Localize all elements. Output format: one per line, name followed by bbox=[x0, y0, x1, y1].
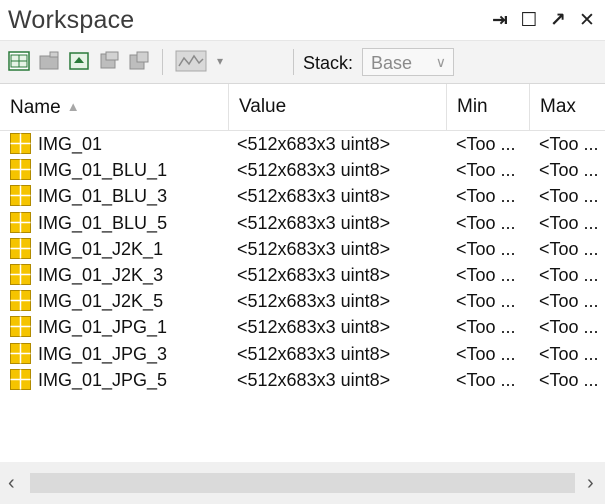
table-row[interactable]: IMG_01_BLU_3 <512x683x3 uint8> <Too ... <To… bbox=[0, 183, 605, 209]
table-row[interactable]: IMG_01_J2K_5 <512x683x3 uint8> <Too ... <To… bbox=[0, 288, 605, 314]
variable-name: IMG_01 bbox=[38, 134, 103, 154]
matrix-icon bbox=[10, 133, 31, 154]
variable-min: <Too ... bbox=[456, 238, 516, 259]
matrix-icon bbox=[10, 316, 31, 338]
matrix-icon bbox=[10, 263, 31, 285]
load-data-button[interactable] bbox=[66, 49, 92, 73]
stack-select[interactable]: Base ∨ bbox=[362, 48, 454, 76]
variable-min: <Too ... bbox=[456, 369, 516, 390]
table-row[interactable]: IMG_01_BLU_5 <512x683x3 uint8> <Too ... <To… bbox=[0, 210, 605, 236]
variable-max: <Too ... bbox=[539, 291, 599, 312]
variable-max: <Too ... bbox=[539, 238, 599, 259]
variable-name: IMG_01_J2K_5 bbox=[38, 291, 164, 312]
plot-icon bbox=[175, 50, 207, 72]
scroll-thumb[interactable] bbox=[30, 473, 575, 493]
column-header-name[interactable]: Name ▲ bbox=[0, 84, 229, 130]
matrix-icon bbox=[10, 185, 31, 207]
matrix-icon bbox=[10, 290, 31, 312]
stack-select-value: Base bbox=[371, 53, 413, 73]
variable-name: IMG_01_BLU_1 bbox=[38, 160, 168, 181]
variable-min: <Too ... bbox=[456, 264, 516, 285]
variable-list: IMG_01 <512x683x3 uint8> <Too ... <Too ... I… bbox=[0, 131, 605, 393]
new-variable-icon bbox=[8, 51, 30, 71]
variable-min: <Too ... bbox=[456, 134, 516, 154]
stack-label: Stack: bbox=[303, 53, 354, 73]
column-header-value[interactable]: Value bbox=[229, 84, 447, 130]
variable-name: IMG_01_JPG_3 bbox=[38, 343, 168, 364]
undock-icon[interactable]: ↗ bbox=[546, 8, 570, 32]
open-variable-icon bbox=[39, 51, 59, 70]
variable-name: IMG_01_BLU_5 bbox=[38, 212, 168, 233]
variable-max: <Too ... bbox=[539, 264, 599, 285]
column-header-max[interactable]: Max bbox=[530, 84, 605, 130]
table-row[interactable]: IMG_01_JPG_3 <512x683x3 uint8> <Too ... <To… bbox=[0, 341, 605, 367]
variable-min: <Too ... bbox=[456, 160, 516, 181]
delete-variable-icon bbox=[129, 51, 149, 70]
sort-ascending-icon: ▲ bbox=[66, 99, 80, 114]
table-row[interactable]: IMG_01_JPG_1 <512x683x3 uint8> <Too ... <To… bbox=[0, 314, 605, 340]
variable-value: <512x683x3 uint8> bbox=[237, 238, 391, 259]
scroll-left-icon[interactable]: ‹ bbox=[8, 472, 15, 495]
matrix-icon bbox=[10, 159, 31, 181]
variable-max: <Too ... bbox=[539, 134, 599, 154]
matrix-icon bbox=[10, 342, 31, 364]
variable-max: <Too ... bbox=[539, 212, 599, 233]
horizontal-scrollbar[interactable]: ‹ › bbox=[0, 462, 605, 504]
open-variable-button[interactable] bbox=[36, 49, 62, 73]
load-data-icon bbox=[69, 52, 89, 70]
variable-name: IMG_01_JPG_5 bbox=[38, 369, 168, 390]
close-icon[interactable]: ✕ bbox=[575, 8, 599, 32]
variable-name: IMG_01_J2K_1 bbox=[38, 238, 164, 259]
delete-variable-button[interactable] bbox=[126, 49, 152, 73]
column-header-min[interactable]: Min bbox=[447, 84, 530, 130]
new-variable-button[interactable] bbox=[6, 49, 32, 73]
variable-min: <Too ... bbox=[456, 186, 516, 207]
toolbar-divider bbox=[293, 49, 294, 75]
variable-max: <Too ... bbox=[539, 186, 599, 207]
matrix-icon bbox=[10, 237, 31, 259]
matrix-icon bbox=[10, 211, 31, 233]
panel-title: Workspace bbox=[8, 6, 135, 34]
variable-min: <Too ... bbox=[456, 291, 516, 312]
variable-name: IMG_01_BLU_3 bbox=[38, 186, 168, 207]
chevron-down-icon: ∨ bbox=[435, 54, 446, 70]
save-workspace-button[interactable] bbox=[96, 49, 122, 73]
variable-value: <512x683x3 uint8> bbox=[237, 291, 391, 312]
table-row[interactable]: IMG_01_J2K_1 <512x683x3 uint8> <Too ... <To… bbox=[0, 236, 605, 262]
variable-value: <512x683x3 uint8> bbox=[237, 160, 391, 181]
toolbar-divider bbox=[162, 49, 163, 75]
matrix-icon bbox=[10, 368, 31, 390]
variable-max: <Too ... bbox=[539, 160, 599, 181]
variable-name: IMG_01_J2K_3 bbox=[38, 264, 164, 285]
variable-value: <512x683x3 uint8> bbox=[237, 212, 391, 233]
table-row[interactable]: IMG_01 <512x683x3 uint8> <Too ... <Too ... bbox=[0, 131, 605, 157]
column-header-name-label: Name bbox=[10, 97, 61, 118]
variable-min: <Too ... bbox=[456, 212, 516, 233]
variable-value: <512x683x3 uint8> bbox=[237, 264, 391, 285]
variable-value: <512x683x3 uint8> bbox=[237, 186, 391, 207]
variable-max: <Too ... bbox=[539, 317, 599, 338]
variable-max: <Too ... bbox=[539, 369, 599, 390]
pin-icon[interactable]: ⇥ bbox=[488, 8, 512, 32]
maximize-icon[interactable]: ☐ bbox=[517, 8, 541, 32]
table-row[interactable]: IMG_01_JPG_5 <512x683x3 uint8> <Too ... <To… bbox=[0, 367, 605, 393]
title-bar: Workspace ⇥ ☐ ↗ ✕ bbox=[0, 0, 605, 40]
table-row[interactable]: IMG_01_BLU_1 <512x683x3 uint8> <Too ... <To… bbox=[0, 157, 605, 183]
variable-name: IMG_01_JPG_1 bbox=[38, 317, 168, 338]
variable-value: <512x683x3 uint8> bbox=[237, 343, 391, 364]
plot-dropdown-arrow[interactable]: ▾ bbox=[212, 49, 228, 73]
save-workspace-icon bbox=[100, 51, 119, 69]
table-header: Name ▲ Value Min Max bbox=[0, 84, 605, 131]
variable-value: <512x683x3 uint8> bbox=[237, 317, 391, 338]
variable-max: <Too ... bbox=[539, 343, 599, 364]
plot-button[interactable] bbox=[174, 49, 208, 73]
variable-min: <Too ... bbox=[456, 317, 516, 338]
variable-value: <512x683x3 uint8> bbox=[237, 369, 391, 390]
variable-value: <512x683x3 uint8> bbox=[237, 134, 391, 154]
workspace-toolbar: ▾ Stack: Base ∨ bbox=[0, 40, 605, 84]
scroll-right-icon[interactable]: › bbox=[587, 472, 594, 495]
variable-min: <Too ... bbox=[456, 343, 516, 364]
table-row[interactable]: IMG_01_J2K_3 <512x683x3 uint8> <Too ... <To… bbox=[0, 262, 605, 288]
